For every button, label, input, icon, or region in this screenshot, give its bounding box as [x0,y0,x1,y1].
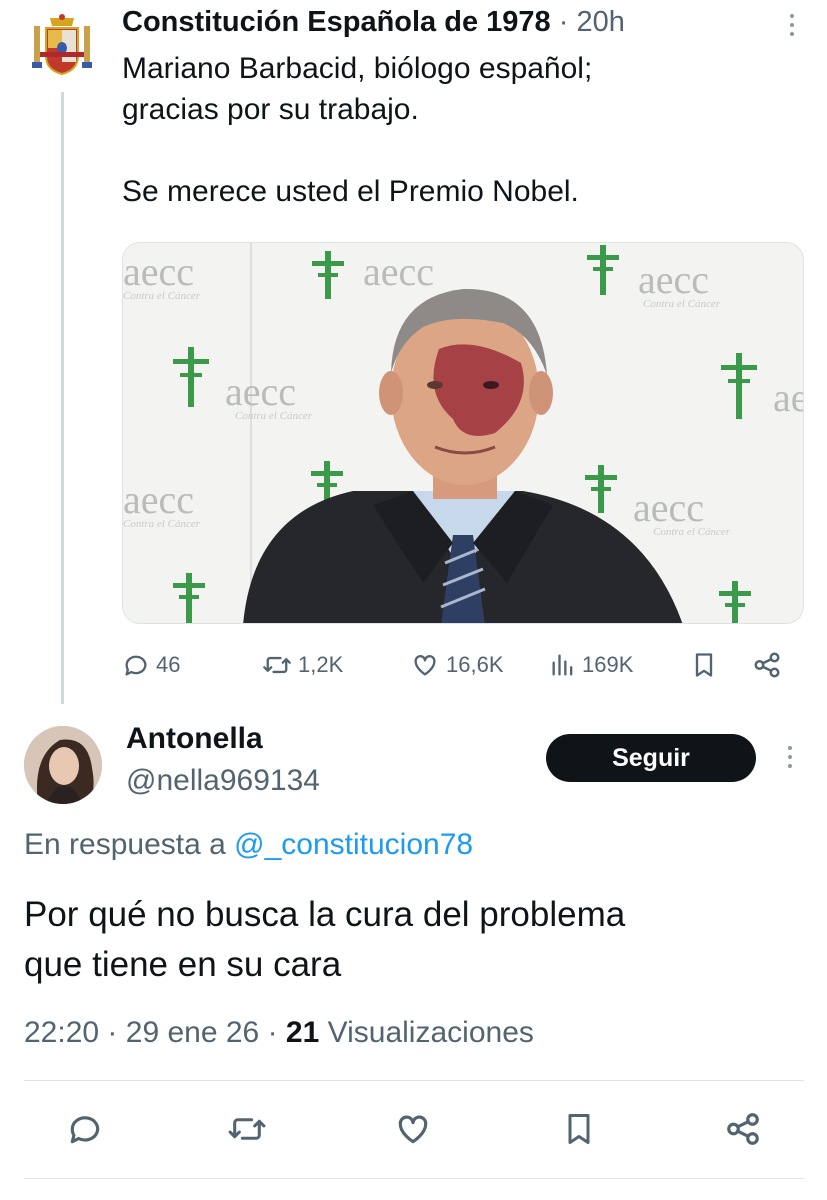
tweet-header: Constitución Española de 1978 · 20h [122,6,625,39]
retweet-count: 1,2K [298,652,344,677]
svg-text:aecc: aecc [773,375,804,420]
reply-prefix: En respuesta a [24,828,226,861]
divider-bottom [24,1178,804,1179]
svg-text:aecc: aecc [363,249,434,294]
reply-meta: 22:20 · 29 ene 26 · 21 Visualizaciones [24,1016,534,1050]
tweet-photo[interactable]: aecc aecc aecc aecc aecc aecc aecc Contr… [122,242,804,624]
reply-views-count: 21 [285,1016,320,1049]
header-separator: · [558,6,569,38]
reply-actions-bar [24,1104,804,1154]
coat-of-arms-avatar[interactable] [28,12,96,78]
svg-text:aecc: aecc [225,369,296,414]
views-chart-icon [552,654,573,676]
reply-stat[interactable]: 46 [122,646,180,684]
divider-top [24,1080,804,1081]
svg-text:Contra el Cáncer: Contra el Cáncer [643,298,721,310]
follow-button[interactable]: Seguir [546,734,756,782]
views-count: 169K [582,652,634,677]
tweet-stats-row: 46 1,2K 16,6K 169K [122,646,792,684]
bookmark-button[interactable] [554,1104,604,1154]
reply-author-handle[interactable]: @nella969134 [126,764,320,798]
reply-time[interactable]: 22:20 [24,1016,99,1049]
retweet-stat[interactable]: 1,2K [262,646,343,684]
svg-text:Contra el Cáncer: Contra el Cáncer [123,518,201,530]
share-icon [754,652,780,678]
reply-author-avatar[interactable] [24,726,102,804]
bookmark-icon [568,1114,590,1144]
reply-button[interactable] [60,1104,110,1154]
reply-text: Por qué no busca la cura del problema qu… [24,895,626,984]
reply-author-name[interactable]: Antonella [126,722,263,756]
reply-date[interactable]: 29 ene 26 [126,1016,259,1049]
svg-text:aecc: aecc [123,477,194,522]
retweet-button[interactable] [222,1104,272,1154]
bookmark-icon [695,653,713,677]
reply-mention-link[interactable]: @_constitucion78 [234,828,473,861]
reply-more-options-icon[interactable] [780,746,800,768]
views-stat[interactable]: 169K [550,646,633,684]
reply-icon [125,655,147,676]
more-options-icon[interactable] [782,14,802,36]
heart-icon [398,1115,428,1144]
reply-count: 46 [156,652,181,677]
svg-text:aecc: aecc [123,249,194,294]
retweet-icon [228,1118,266,1140]
like-count: 16,6K [446,652,504,677]
thread-connector-line [61,92,64,704]
svg-text:aecc: aecc [638,257,709,302]
share-button[interactable] [718,1104,768,1154]
tweet-time[interactable]: 20h [576,6,624,38]
press-photo-image: aecc aecc aecc aecc aecc aecc aecc Contr… [123,243,804,623]
reply-icon [70,1116,100,1144]
tweet-text: Mariano Barbacid, biólogo español; graci… [122,52,593,208]
share-button[interactable] [752,646,782,684]
svg-text:Contra el Cáncer: Contra el Cáncer [123,290,201,302]
svg-text:Contra el Cáncer: Contra el Cáncer [235,410,313,422]
retweet-icon [263,656,291,674]
meta-dot: · [107,1016,118,1049]
share-icon [727,1113,759,1145]
bookmark-button[interactable] [690,646,718,684]
svg-text:Contra el Cáncer: Contra el Cáncer [653,526,731,538]
like-stat[interactable]: 16,6K [410,646,504,684]
tweet-author-name[interactable]: Constitución Española de 1978 [122,6,551,38]
svg-text:aecc: aecc [633,485,704,530]
heart-icon [414,655,436,676]
meta-dot: · [267,1016,278,1049]
like-button[interactable] [388,1104,438,1154]
coat-of-arms-icon [32,14,92,76]
avatar-photo [24,726,102,804]
reply-context: En respuesta a @_constitucion78 [24,828,473,862]
reply-views-label[interactable]: Visualizaciones [328,1016,534,1049]
